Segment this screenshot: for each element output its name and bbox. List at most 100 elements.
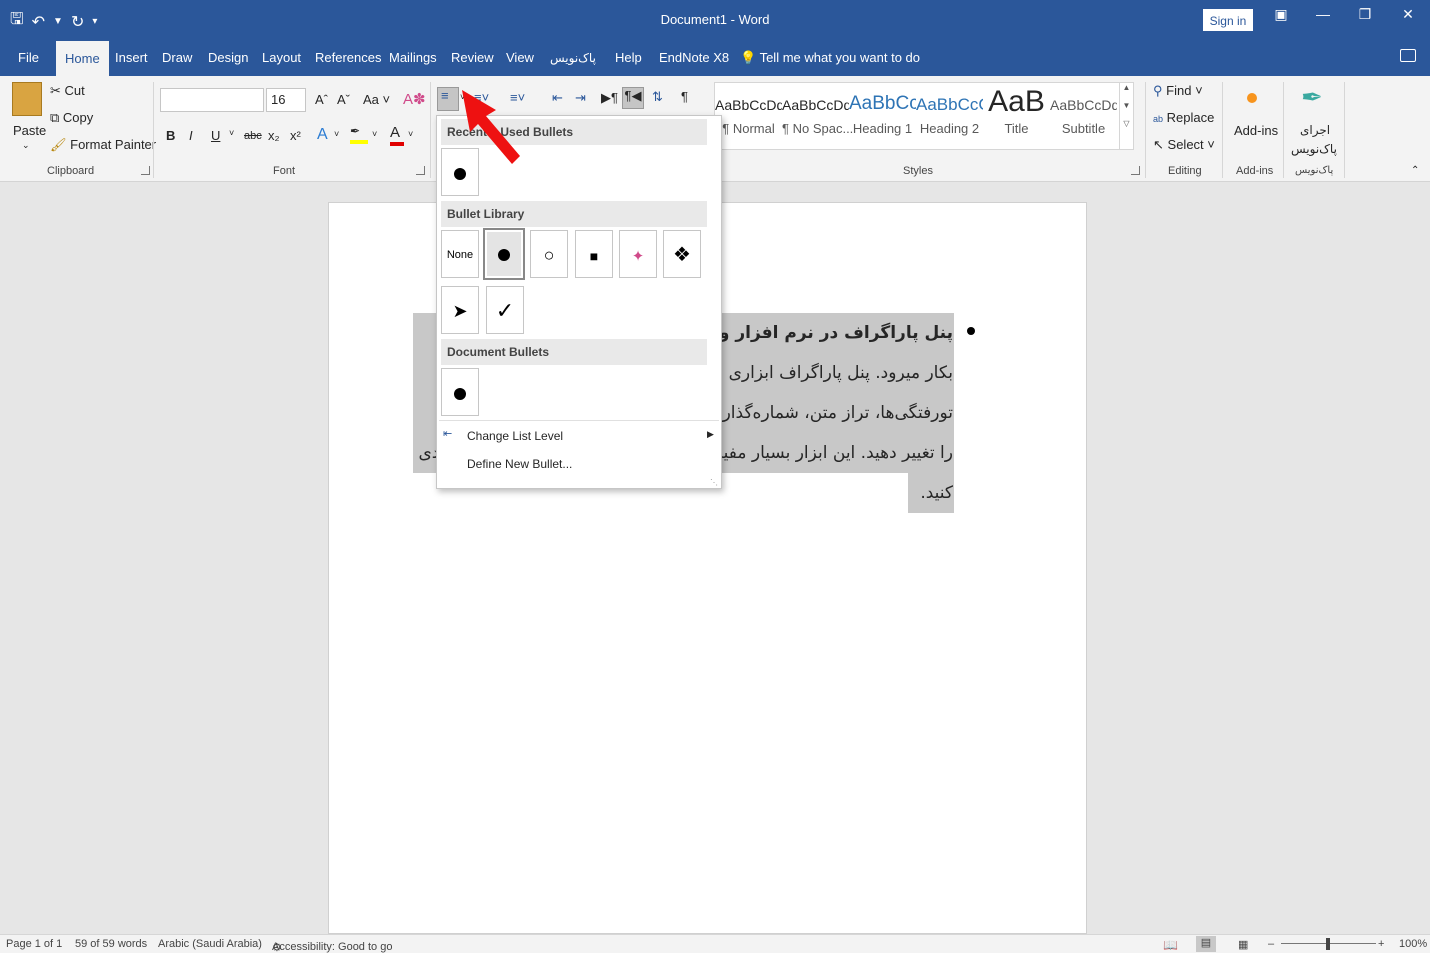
style-name: ¶ No Spac... (782, 121, 854, 136)
tab-view[interactable]: View (497, 40, 543, 76)
underline-button[interactable]: U (211, 128, 220, 143)
bullet-none[interactable]: None (441, 230, 479, 278)
decrease-indent-icon[interactable]: ⇤ (552, 90, 563, 106)
style-normal[interactable]: AaBbCcDd ¶ Normal (715, 83, 782, 149)
ribbon-display-options-icon[interactable]: ▣ (1266, 6, 1296, 23)
close-icon[interactable]: ✕ (1393, 6, 1423, 23)
restore-icon[interactable]: ❐ (1350, 6, 1380, 23)
tab-draw[interactable]: Draw (153, 40, 201, 76)
tab-insert[interactable]: Insert (106, 40, 157, 76)
addins-button[interactable]: Add-ins (1234, 123, 1278, 138)
feather-icon[interactable]: ✒ (1301, 82, 1323, 113)
subscript-button[interactable]: x₂ (268, 128, 280, 143)
paknevis-group-label: پاک‌نویس (1295, 165, 1334, 176)
bold-button[interactable]: B (166, 128, 175, 143)
bullet-four-color[interactable]: ✦ (619, 230, 657, 278)
tab-home[interactable]: Home (56, 41, 109, 77)
zoom-slider-thumb[interactable] (1326, 938, 1330, 950)
copy-button[interactable]: ⧉ Copy (50, 110, 93, 126)
font-color-dropdown-icon[interactable]: ˅ (408, 129, 413, 139)
font-size-combo[interactable]: 16 (266, 88, 306, 112)
tab-design[interactable]: Design (199, 40, 257, 76)
word-count[interactable]: 59 of 59 words (75, 938, 147, 950)
font-color-icon[interactable]: A (390, 124, 404, 146)
paste-icon[interactable] (12, 82, 42, 116)
ltr-icon[interactable]: ▶¶ (601, 90, 618, 106)
bullet-square[interactable]: ■ (575, 230, 613, 278)
document-bullet-filled-circle[interactable] (441, 368, 479, 416)
sort-icon[interactable]: ⇅ (652, 89, 663, 105)
tell-me-search[interactable]: 💡 Tell me what you want to do (740, 40, 920, 76)
replace-button[interactable]: ab Replace (1153, 110, 1214, 125)
highlight-dropdown-icon[interactable]: ˅ (372, 129, 377, 139)
format-painter-button[interactable]: 🖌 Format Painter (50, 137, 156, 153)
increase-indent-icon[interactable]: ⇥ (575, 90, 586, 106)
bullet-filled-circle[interactable] (483, 228, 525, 280)
read-mode-icon[interactable]: 📖 (1163, 938, 1178, 952)
minimize-icon[interactable]: — (1308, 6, 1338, 22)
bullet-checkmark[interactable]: ✓ (486, 286, 524, 334)
tab-review[interactable]: Review (442, 40, 503, 76)
cursor-icon: ↖ (1153, 137, 1164, 152)
tab-help[interactable]: Help (606, 40, 651, 76)
print-layout-icon[interactable]: ▤ (1196, 936, 1216, 952)
tab-mailings[interactable]: Mailings (380, 40, 446, 76)
run-paknevis-line1[interactable]: اجرای (1300, 123, 1330, 137)
strikethrough-button[interactable]: abc (244, 130, 262, 142)
run-paknevis-line2[interactable]: پاک‌نویس (1291, 142, 1337, 156)
styles-launcher-icon[interactable] (1131, 166, 1140, 175)
separator (430, 82, 431, 178)
paste-dropdown-icon[interactable]: ⌄ (22, 140, 30, 151)
language-indicator[interactable]: Arabic (Saudi Arabia) (158, 938, 262, 950)
style-preview: AaBbCcDd (715, 97, 782, 113)
style-subtitle[interactable]: AaBbCcDd Subtitle (1050, 83, 1117, 149)
bullet-diamond-cluster[interactable]: ❖ (663, 230, 701, 278)
change-list-level-item[interactable]: Change List Level (467, 429, 563, 443)
style-heading-2[interactable]: AaBbCcC Heading 2 (916, 83, 983, 149)
comments-icon[interactable] (1400, 49, 1416, 62)
tab-layout[interactable]: Layout (253, 40, 310, 76)
clipboard-launcher-icon[interactable] (141, 166, 150, 175)
shrink-font-icon[interactable]: Aˇ (337, 92, 350, 107)
clear-formatting-icon[interactable]: A✽ (403, 90, 426, 108)
web-layout-icon[interactable]: ▦ (1238, 938, 1248, 951)
highlight-icon[interactable]: ✒ (350, 124, 368, 144)
tab-endnote[interactable]: EndNote X8 (650, 40, 738, 76)
italic-button[interactable]: I (189, 128, 193, 143)
show-formatting-icon[interactable]: ¶ (681, 89, 688, 104)
separator (1145, 82, 1146, 178)
change-case-button[interactable]: Aa ˅ (363, 92, 390, 107)
font-name-combo[interactable] (160, 88, 264, 112)
resize-grip-icon[interactable]: ⋱ (710, 478, 718, 487)
zoom-level[interactable]: 100% (1399, 938, 1427, 950)
page-count[interactable]: Page 1 of 1 (6, 938, 62, 950)
rtl-icon[interactable]: ¶◀ (622, 87, 644, 109)
addins-icon[interactable] (1247, 93, 1257, 103)
zoom-in-icon[interactable]: + (1378, 938, 1384, 950)
tab-references[interactable]: References (306, 40, 390, 76)
superscript-button[interactable]: x² (290, 128, 301, 143)
tab-paknevis[interactable]: پاک‌نویس (541, 40, 605, 76)
style-heading-1[interactable]: AaBbCc Heading 1 (849, 83, 916, 149)
find-button[interactable]: ⚲ Find ˅ (1153, 83, 1203, 99)
underline-dropdown-icon[interactable]: ˅ (229, 128, 234, 138)
style-title[interactable]: AaB Title (983, 83, 1050, 149)
font-launcher-icon[interactable] (416, 166, 425, 175)
define-new-bullet-item[interactable]: Define New Bullet... (467, 457, 572, 471)
zoom-out-icon[interactable]: – (1268, 938, 1274, 950)
text-effects-icon[interactable]: A (317, 126, 328, 144)
bullet-arrowhead[interactable]: ➤ (441, 286, 479, 334)
text-effects-dropdown-icon[interactable]: ˅ (334, 129, 339, 139)
select-button[interactable]: ↖ Select ˅ (1153, 137, 1215, 153)
status-bar: Page 1 of 1 59 of 59 words Arabic (Saudi… (0, 934, 1430, 953)
tab-file[interactable]: File (9, 40, 48, 76)
paste-button[interactable]: Paste (13, 123, 46, 138)
cut-button[interactable]: ✂ Cut (50, 83, 85, 99)
bullet-hollow-circle[interactable]: ○ (530, 230, 568, 278)
grow-font-icon[interactable]: Aˆ (315, 92, 328, 107)
sign-in-button[interactable]: Sign in (1203, 9, 1253, 31)
style-no-spacing[interactable]: AaBbCcDd ¶ No Spac... (782, 83, 854, 149)
style-preview: AaBbCcDd (1050, 97, 1117, 113)
styles-scroll[interactable]: ▲ ▼ ▽ (1119, 83, 1133, 149)
collapse-ribbon-icon[interactable]: ⌃ (1411, 165, 1419, 176)
